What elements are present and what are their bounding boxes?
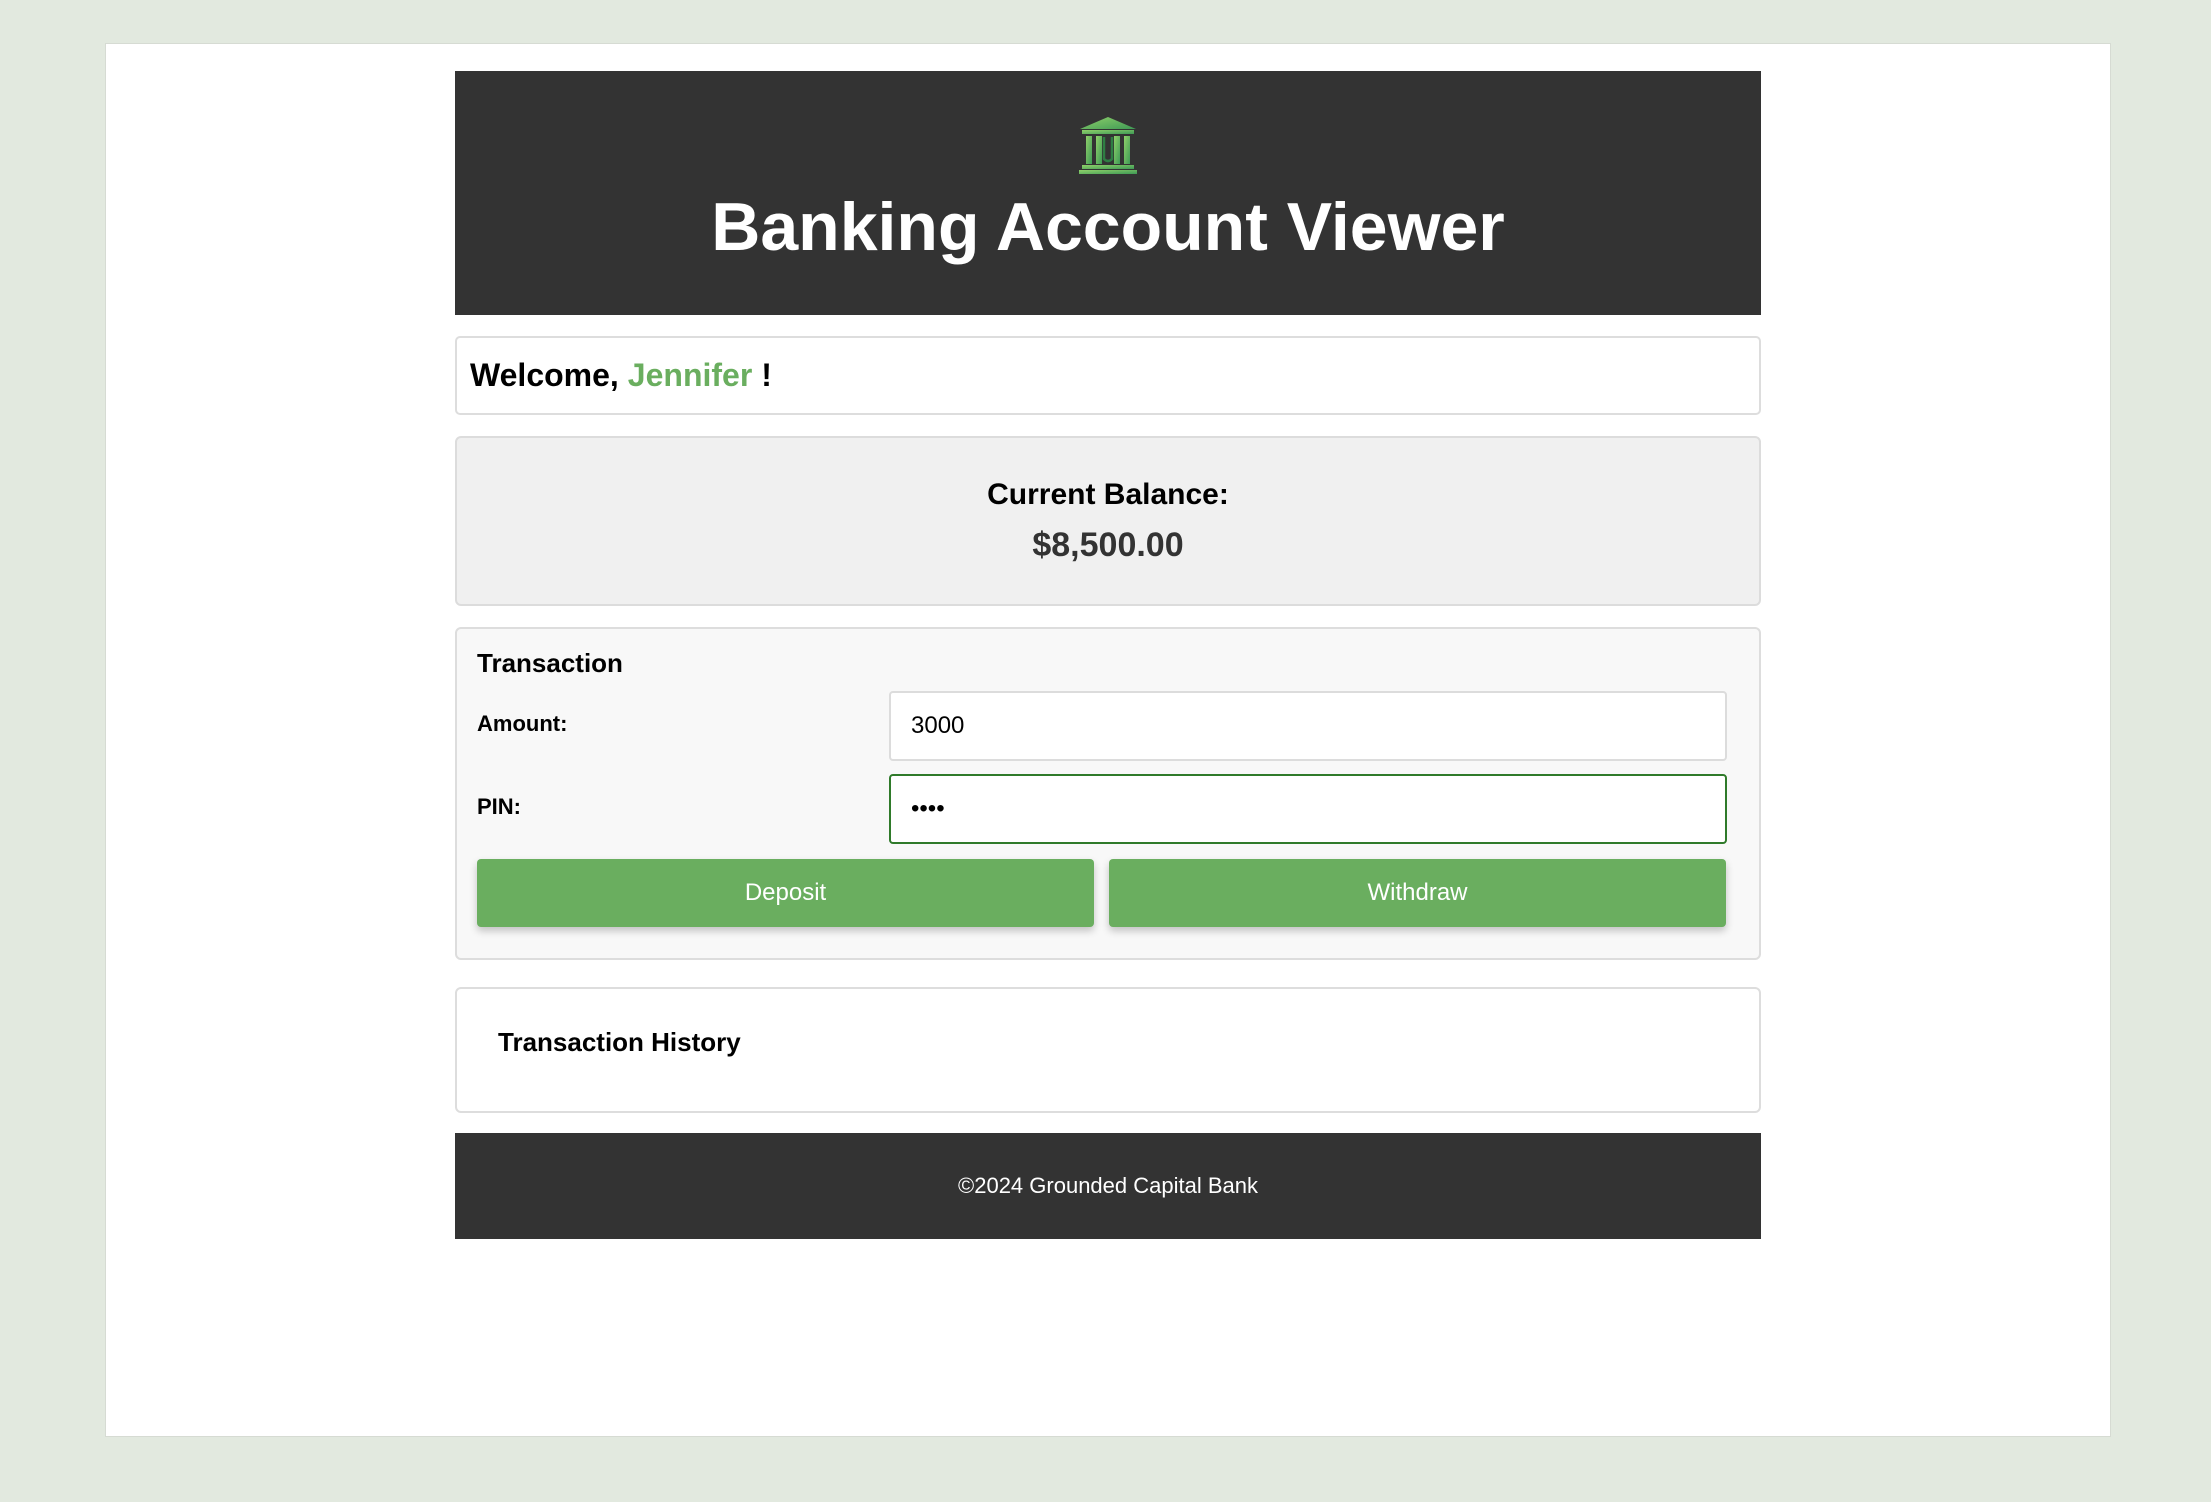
- app-container: Banking Account Viewer Welcome, Jennifer…: [455, 71, 1761, 1239]
- bank-building-icon: [1079, 117, 1137, 174]
- welcome-username: Jennifer: [627, 357, 753, 393]
- pin-input[interactable]: [889, 774, 1727, 844]
- transaction-title: Transaction: [477, 648, 623, 678]
- pin-label: PIN:: [477, 794, 521, 819]
- amount-label: Amount:: [477, 711, 568, 736]
- deposit-button[interactable]: Deposit: [477, 859, 1094, 927]
- transaction-form: Transaction Amount: PIN: Deposit Withdra…: [455, 627, 1761, 960]
- app-footer: ©2024 Grounded Capital Bank: [455, 1133, 1761, 1239]
- transaction-history: Transaction History: [455, 987, 1761, 1113]
- page-title: Banking Account Viewer: [711, 189, 1505, 265]
- balance-card: Current Balance: $8,500.00: [455, 436, 1761, 606]
- welcome-banner: Welcome, Jennifer !: [455, 336, 1761, 415]
- balance-label: Current Balance:: [987, 478, 1229, 511]
- footer-text: ©2024 Grounded Capital Bank: [958, 1173, 1258, 1198]
- welcome-suffix: !: [761, 357, 772, 393]
- welcome-prefix: Welcome,: [470, 357, 619, 393]
- history-title: Transaction History: [498, 1027, 741, 1057]
- amount-input[interactable]: [889, 691, 1727, 761]
- withdraw-button[interactable]: Withdraw: [1109, 859, 1726, 927]
- app-header: Banking Account Viewer: [455, 71, 1761, 315]
- balance-value: $8,500.00: [1032, 526, 1184, 564]
